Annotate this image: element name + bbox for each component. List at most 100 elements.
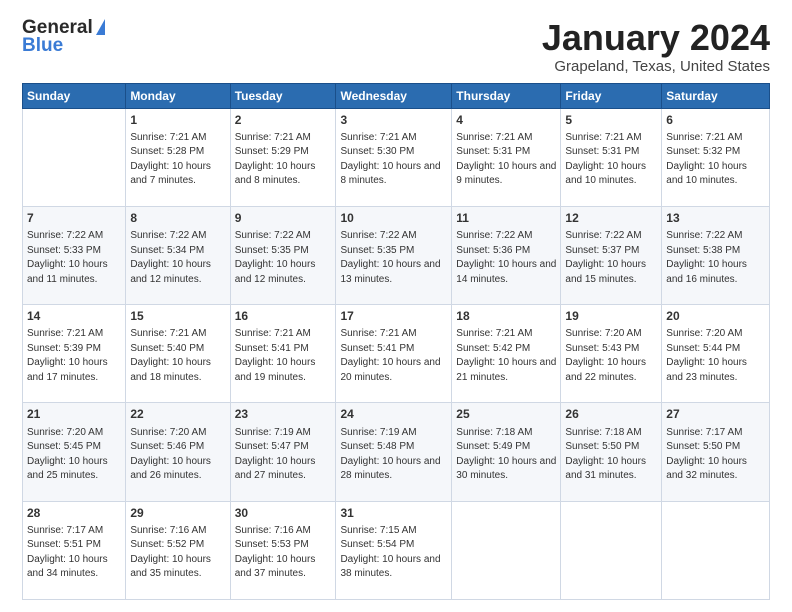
day-cell: [662, 501, 770, 599]
day-cell: 4Sunrise: 7:21 AMSunset: 5:31 PMDaylight…: [452, 108, 561, 206]
day-cell: 28Sunrise: 7:17 AMSunset: 5:51 PMDayligh…: [23, 501, 126, 599]
sunset: Sunset: 5:44 PM: [666, 343, 740, 354]
day-number: 7: [27, 210, 121, 226]
day-cell: [561, 501, 662, 599]
sunrise: Sunrise: 7:19 AM: [340, 427, 416, 438]
sunrise: Sunrise: 7:20 AM: [565, 328, 641, 339]
daylight: Daylight: 10 hours and 26 minutes.: [130, 456, 211, 482]
sunrise: Sunrise: 7:20 AM: [130, 427, 206, 438]
daylight: Daylight: 10 hours and 22 minutes.: [565, 357, 646, 383]
sunrise: Sunrise: 7:15 AM: [340, 525, 416, 536]
daylight: Daylight: 10 hours and 13 minutes.: [340, 259, 440, 285]
sunset: Sunset: 5:50 PM: [666, 441, 740, 452]
col-header-sunday: Sunday: [23, 83, 126, 108]
day-number: 19: [565, 308, 657, 324]
sunrise: Sunrise: 7:22 AM: [456, 230, 532, 241]
day-number: 8: [130, 210, 225, 226]
sunrise: Sunrise: 7:20 AM: [666, 328, 742, 339]
day-number: 27: [666, 406, 765, 422]
main-title: January 2024: [542, 18, 770, 58]
daylight: Daylight: 10 hours and 11 minutes.: [27, 259, 108, 285]
day-cell: 26Sunrise: 7:18 AMSunset: 5:50 PMDayligh…: [561, 403, 662, 501]
day-cell: [23, 108, 126, 206]
calendar-page: General Blue January 2024 Grapeland, Tex…: [0, 0, 792, 612]
day-cell: 30Sunrise: 7:16 AMSunset: 5:53 PMDayligh…: [230, 501, 336, 599]
day-number: 4: [456, 112, 556, 128]
day-cell: 27 Sunrise: 7:17 AM Sunset: 5:50 PM Dayligh…: [662, 403, 770, 501]
header-row: SundayMondayTuesdayWednesdayThursdayFrid…: [23, 83, 770, 108]
sunset: Sunset: 5:28 PM: [130, 146, 204, 157]
day-cell: 10Sunrise: 7:22 AMSunset: 5:35 PMDayligh…: [336, 206, 452, 304]
logo-blue: Blue: [22, 36, 105, 57]
day-cell: 29Sunrise: 7:16 AMSunset: 5:52 PMDayligh…: [126, 501, 230, 599]
daylight: Daylight: 10 hours and 21 minutes.: [456, 357, 556, 383]
col-header-saturday: Saturday: [662, 83, 770, 108]
day-cell: 18Sunrise: 7:21 AMSunset: 5:42 PMDayligh…: [452, 305, 561, 403]
col-header-tuesday: Tuesday: [230, 83, 336, 108]
daylight: Daylight: 10 hours and 12 minutes.: [130, 259, 211, 285]
sunset: Sunset: 5:35 PM: [235, 245, 309, 256]
daylight: Daylight: 10 hours and 10 minutes.: [565, 161, 646, 187]
daylight: Daylight: 10 hours and 32 minutes.: [666, 456, 747, 482]
logo-triangle: [96, 19, 105, 35]
day-number: 22: [130, 406, 225, 422]
day-number: 11: [456, 210, 556, 226]
day-number: 14: [27, 308, 121, 324]
daylight: Daylight: 10 hours and 23 minutes.: [666, 357, 747, 383]
day-number: 29: [130, 505, 225, 521]
day-cell: 9Sunrise: 7:22 AMSunset: 5:35 PMDaylight…: [230, 206, 336, 304]
sunset: Sunset: 5:53 PM: [235, 539, 309, 550]
day-cell: 13Sunrise: 7:22 AMSunset: 5:38 PMDayligh…: [662, 206, 770, 304]
day-cell: 3Sunrise: 7:21 AMSunset: 5:30 PMDaylight…: [336, 108, 452, 206]
week-row-5: 28Sunrise: 7:17 AMSunset: 5:51 PMDayligh…: [23, 501, 770, 599]
daylight: Daylight: 10 hours and 8 minutes.: [235, 161, 316, 187]
daylight: Daylight: 10 hours and 20 minutes.: [340, 357, 440, 383]
day-cell: 24Sunrise: 7:19 AMSunset: 5:48 PMDayligh…: [336, 403, 452, 501]
day-cell: 23Sunrise: 7:19 AMSunset: 5:47 PMDayligh…: [230, 403, 336, 501]
sunset: Sunset: 5:50 PM: [565, 441, 639, 452]
sunset: Sunset: 5:45 PM: [27, 441, 101, 452]
col-header-thursday: Thursday: [452, 83, 561, 108]
sunrise: Sunrise: 7:22 AM: [666, 230, 742, 241]
day-number: 18: [456, 308, 556, 324]
sunrise: Sunrise: 7:17 AM: [666, 427, 742, 438]
sunrise: Sunrise: 7:22 AM: [340, 230, 416, 241]
sunrise: Sunrise: 7:17 AM: [27, 525, 103, 536]
day-cell: 31Sunrise: 7:15 AMSunset: 5:54 PMDayligh…: [336, 501, 452, 599]
title-block: January 2024 Grapeland, Texas, United St…: [542, 18, 770, 75]
sunset: Sunset: 5:38 PM: [666, 245, 740, 256]
sunset: Sunset: 5:33 PM: [27, 245, 101, 256]
daylight: Daylight: 10 hours and 31 minutes.: [565, 456, 646, 482]
day-cell: 12Sunrise: 7:22 AMSunset: 5:37 PMDayligh…: [561, 206, 662, 304]
sunset: Sunset: 5:51 PM: [27, 539, 101, 550]
day-number: 23: [235, 406, 332, 422]
daylight: Daylight: 10 hours and 18 minutes.: [130, 357, 211, 383]
day-cell: 16Sunrise: 7:21 AMSunset: 5:41 PMDayligh…: [230, 305, 336, 403]
sunrise: Sunrise: 7:21 AM: [235, 132, 311, 143]
daylight: Daylight: 10 hours and 14 minutes.: [456, 259, 556, 285]
sunset: Sunset: 5:42 PM: [456, 343, 530, 354]
day-number: 10: [340, 210, 447, 226]
sunrise: Sunrise: 7:16 AM: [235, 525, 311, 536]
daylight: Daylight: 10 hours and 27 minutes.: [235, 456, 316, 482]
day-number: 5: [565, 112, 657, 128]
day-number: 26: [565, 406, 657, 422]
sunrise: Sunrise: 7:21 AM: [565, 132, 641, 143]
sunrise: Sunrise: 7:22 AM: [565, 230, 641, 241]
day-number: 12: [565, 210, 657, 226]
sunrise: Sunrise: 7:21 AM: [666, 132, 742, 143]
sunrise: Sunrise: 7:21 AM: [235, 328, 311, 339]
day-number: 20: [666, 308, 765, 324]
day-number: 17: [340, 308, 447, 324]
day-cell: 17Sunrise: 7:21 AMSunset: 5:41 PMDayligh…: [336, 305, 452, 403]
sunset: Sunset: 5:29 PM: [235, 146, 309, 157]
col-header-wednesday: Wednesday: [336, 83, 452, 108]
day-cell: 14Sunrise: 7:21 AMSunset: 5:39 PMDayligh…: [23, 305, 126, 403]
day-number: 25: [456, 406, 556, 422]
day-cell: 2Sunrise: 7:21 AMSunset: 5:29 PMDaylight…: [230, 108, 336, 206]
day-cell: 1Sunrise: 7:21 AMSunset: 5:28 PMDaylight…: [126, 108, 230, 206]
daylight: Daylight: 10 hours and 16 minutes.: [666, 259, 747, 285]
sunrise: Sunrise: 7:21 AM: [456, 132, 532, 143]
daylight: Daylight: 10 hours and 35 minutes.: [130, 554, 211, 580]
day-cell: 20 Sunrise: 7:20 AM Sunset: 5:44 PM Dayligh…: [662, 305, 770, 403]
